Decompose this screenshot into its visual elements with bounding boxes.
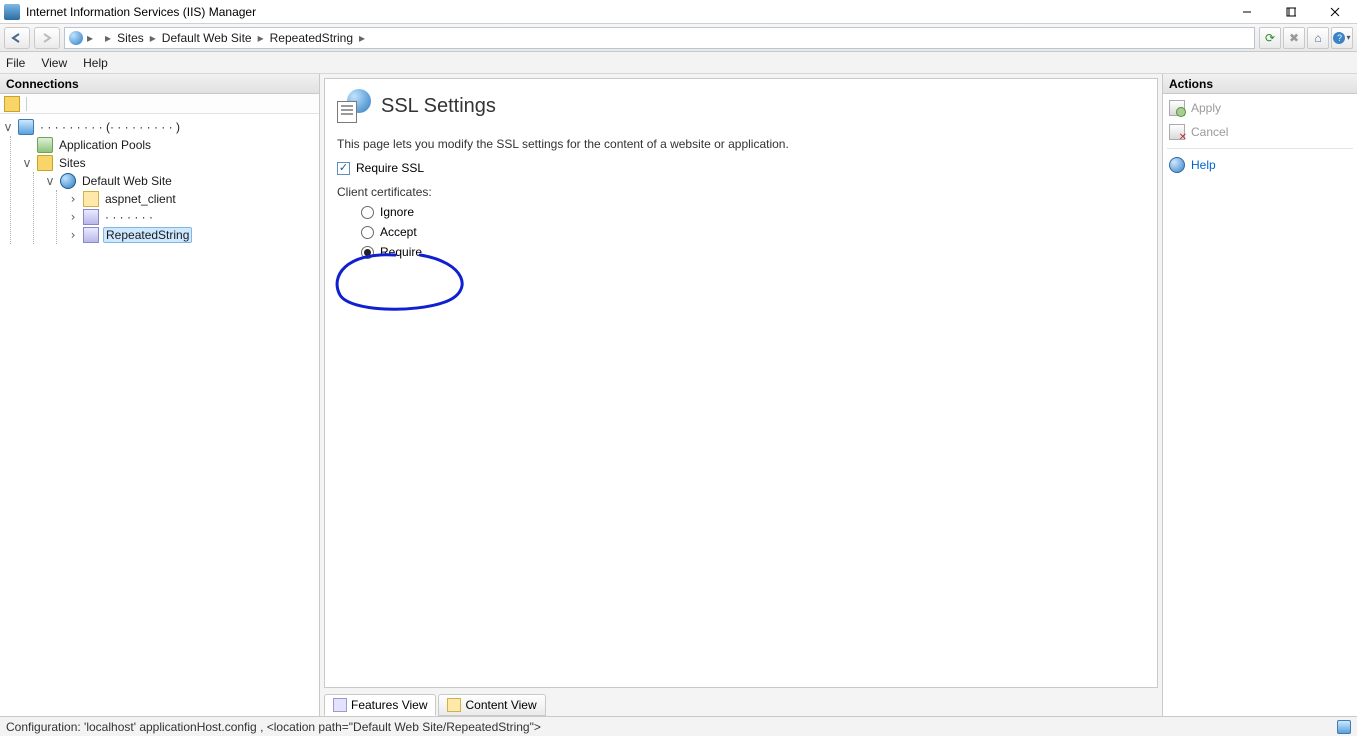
app-icon bbox=[83, 227, 99, 243]
help-icon bbox=[1169, 157, 1185, 173]
tree-expander[interactable]: v bbox=[21, 156, 33, 170]
arrow-left-icon bbox=[10, 33, 24, 43]
breadcrumb-app[interactable]: RepeatedString bbox=[268, 31, 355, 45]
connections-header: Connections bbox=[0, 74, 319, 94]
window-titlebar: Internet Information Services (IIS) Mana… bbox=[0, 0, 1357, 24]
globe-icon bbox=[69, 31, 83, 45]
radio-accept-label: Accept bbox=[380, 225, 417, 239]
actions-panel: Actions Apply Cancel Help bbox=[1162, 74, 1357, 716]
require-ssl-checkbox[interactable] bbox=[337, 162, 350, 175]
ssl-settings-page: SSL Settings This page lets you modify t… bbox=[324, 78, 1158, 688]
content-view-icon bbox=[447, 698, 461, 712]
tree-sites[interactable]: v Sites bbox=[11, 154, 319, 172]
radio-accept[interactable] bbox=[361, 226, 374, 239]
status-bar: Configuration: 'localhost' applicationHo… bbox=[0, 716, 1357, 736]
folder-icon[interactable] bbox=[4, 96, 20, 112]
navigation-bar: ▸ ▸ Sites ▸ Default Web Site ▸ RepeatedS… bbox=[0, 24, 1357, 52]
ssl-page-icon bbox=[337, 89, 371, 123]
radio-require-row[interactable]: Require bbox=[361, 245, 1145, 259]
tree-expander[interactable]: › bbox=[67, 192, 79, 206]
address-bar[interactable]: ▸ ▸ Sites ▸ Default Web Site ▸ RepeatedS… bbox=[64, 27, 1255, 49]
action-cancel-label: Cancel bbox=[1191, 125, 1228, 139]
actions-header: Actions bbox=[1163, 74, 1357, 94]
action-apply-label: Apply bbox=[1191, 101, 1221, 115]
content-area: SSL Settings This page lets you modify t… bbox=[320, 74, 1162, 716]
tree-aspnet-client[interactable]: › aspnet_client bbox=[57, 190, 319, 208]
tab-content-view[interactable]: Content View bbox=[438, 694, 545, 716]
folder-icon bbox=[83, 191, 99, 207]
arrow-right-icon bbox=[40, 33, 54, 43]
tree-app-pools[interactable]: Application Pools bbox=[11, 136, 319, 154]
action-help-label: Help bbox=[1191, 158, 1216, 172]
action-help[interactable]: Help bbox=[1167, 155, 1353, 175]
radio-ignore-label: Ignore bbox=[380, 205, 414, 219]
radio-ignore[interactable] bbox=[361, 206, 374, 219]
radio-ignore-row[interactable]: Ignore bbox=[361, 205, 1145, 219]
menu-file[interactable]: File bbox=[6, 56, 25, 70]
radio-require-label: Require bbox=[380, 245, 422, 259]
menu-view[interactable]: View bbox=[41, 56, 67, 70]
apply-icon bbox=[1169, 100, 1185, 116]
breadcrumb-site[interactable]: Default Web Site bbox=[160, 31, 254, 45]
menu-bar: File View Help bbox=[0, 52, 1357, 74]
tree-hidden-node[interactable]: › · · · · · · · bbox=[57, 208, 319, 226]
nav-back-button[interactable] bbox=[4, 27, 30, 49]
close-icon bbox=[1330, 7, 1340, 17]
sites-icon bbox=[37, 155, 53, 171]
status-icon bbox=[1337, 720, 1351, 734]
menu-help[interactable]: Help bbox=[83, 56, 108, 70]
refresh-button[interactable]: ⟳ bbox=[1259, 27, 1281, 49]
view-tabs: Features View Content View bbox=[320, 692, 1162, 716]
tree-expander[interactable]: v bbox=[44, 174, 56, 188]
client-certs-label: Client certificates: bbox=[337, 185, 1145, 199]
home-icon: ⌂ bbox=[1314, 31, 1321, 45]
tree-expander[interactable]: v bbox=[2, 120, 14, 134]
client-certs-radio-group: Ignore Accept Require bbox=[337, 205, 1145, 259]
require-ssl-label: Require SSL bbox=[356, 161, 424, 175]
stop-button[interactable]: ✖ bbox=[1283, 27, 1305, 49]
tab-features-view[interactable]: Features View bbox=[324, 694, 436, 716]
breadcrumb-sites[interactable]: Sites bbox=[115, 31, 146, 45]
help-icon: ? bbox=[1333, 32, 1345, 44]
page-title: SSL Settings bbox=[381, 95, 496, 118]
window-title: Internet Information Services (IIS) Mana… bbox=[26, 5, 1225, 19]
tree-default-web-site[interactable]: v Default Web Site bbox=[34, 172, 319, 190]
tab-features-label: Features View bbox=[351, 698, 427, 712]
action-cancel: Cancel bbox=[1167, 122, 1353, 142]
iis-app-icon bbox=[4, 4, 20, 20]
tree-expander[interactable]: › bbox=[67, 210, 79, 224]
tree-server-node[interactable]: v · · · · · · · · · (· · · · · · · · · ) bbox=[0, 118, 319, 136]
maximize-icon bbox=[1286, 7, 1296, 17]
app-icon bbox=[83, 209, 99, 225]
maximize-button[interactable] bbox=[1269, 0, 1313, 24]
tree-expander[interactable]: › bbox=[67, 228, 79, 242]
refresh-icon: ⟳ bbox=[1265, 31, 1275, 45]
status-text: Configuration: 'localhost' applicationHo… bbox=[6, 720, 541, 734]
require-ssl-row[interactable]: Require SSL bbox=[337, 161, 1145, 175]
tab-content-label: Content View bbox=[465, 698, 536, 712]
home-button[interactable]: ⌂ bbox=[1307, 27, 1329, 49]
close-button[interactable] bbox=[1313, 0, 1357, 24]
minimize-button[interactable] bbox=[1225, 0, 1269, 24]
app-pools-icon bbox=[37, 137, 53, 153]
page-description: This page lets you modify the SSL settin… bbox=[337, 137, 1145, 151]
stop-icon: ✖ bbox=[1289, 31, 1299, 45]
globe-icon bbox=[60, 173, 76, 189]
action-apply: Apply bbox=[1167, 98, 1353, 118]
connections-tree[interactable]: v · · · · · · · · · (· · · · · · · · · )… bbox=[0, 114, 319, 716]
cancel-icon bbox=[1169, 124, 1185, 140]
nav-forward-button[interactable] bbox=[34, 27, 60, 49]
help-button-toolbar[interactable]: ?▾ bbox=[1331, 27, 1353, 49]
radio-require[interactable] bbox=[361, 246, 374, 259]
tree-repeated-string[interactable]: › RepeatedString bbox=[57, 226, 319, 244]
radio-accept-row[interactable]: Accept bbox=[361, 225, 1145, 239]
server-icon bbox=[18, 119, 34, 135]
minimize-icon bbox=[1242, 7, 1252, 17]
features-view-icon bbox=[333, 698, 347, 712]
connections-toolbar bbox=[0, 94, 319, 114]
connections-panel: Connections v · · · · · · · · · (· · · ·… bbox=[0, 74, 320, 716]
breadcrumb-sep: ▸ bbox=[87, 31, 93, 45]
